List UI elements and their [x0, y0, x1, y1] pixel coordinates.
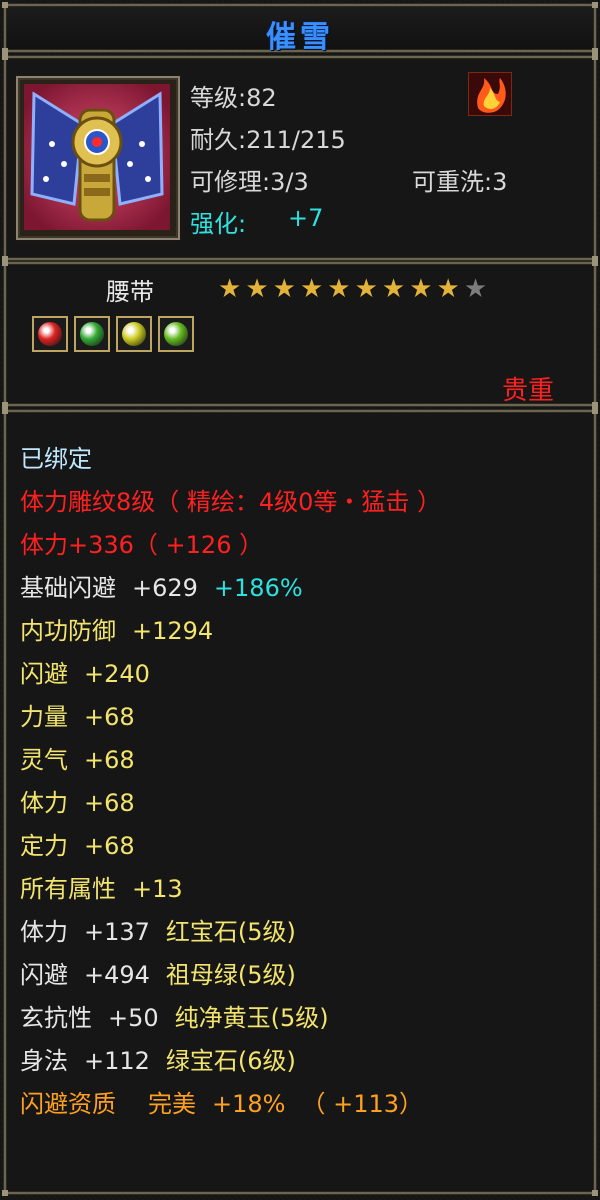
- attr-value: +68: [84, 832, 135, 860]
- item-slot: 腰带: [106, 278, 154, 306]
- all-attributes-line: 所有属性 +13: [20, 868, 441, 911]
- gem-socket[interactable]: [158, 316, 194, 352]
- gem-socket[interactable]: [116, 316, 152, 352]
- attr-value: +1294: [132, 617, 214, 645]
- attr-name: 所有属性: [20, 875, 116, 903]
- attr-name: 身法: [20, 1047, 68, 1075]
- attr-value: +629: [132, 574, 198, 602]
- attr-name: 定力: [20, 832, 68, 860]
- item-rarity: 贵重: [501, 376, 554, 406]
- enhance-label: 强化:: [190, 210, 247, 238]
- vitality-main-line: 体力+336（ +126 ）: [20, 531, 264, 559]
- star-filled-icon: ★: [327, 274, 351, 304]
- item-rewash: 可重洗:3: [412, 168, 508, 196]
- attr-value: +112: [84, 1047, 150, 1075]
- yellow-gem-icon: [122, 322, 146, 346]
- gem-sockets: [32, 316, 194, 352]
- attr-name: 体力: [20, 918, 68, 946]
- star-filled-icon: ★: [272, 274, 296, 304]
- gem-level: (5级): [237, 961, 296, 989]
- focus-line: 定力 +68: [20, 825, 441, 868]
- item-summary: 腰带 ★ ★ ★ ★ ★ ★ ★ ★ ★ ★ 贵重: [2, 260, 598, 408]
- gem-socket[interactable]: [32, 316, 68, 352]
- gem-name: 绿宝石: [165, 1047, 238, 1075]
- attribute-panel: 已绑定 体力雕纹8级（ 精绘：4级0等・猛击 ） 体力+336（ +126 ） …: [2, 408, 598, 1196]
- emerald-gem-icon: [164, 322, 188, 346]
- attr-value: +13: [132, 875, 183, 903]
- gem-attr-line: 闪避 +494 祖母绿(5级): [20, 954, 441, 997]
- gem-attr-line: 玄抗性 +50 纯净黄玉(5级): [20, 997, 441, 1040]
- item-portrait-frame[interactable]: [16, 76, 180, 240]
- bound-status: 已绑定: [20, 445, 92, 473]
- attr-value: +68: [84, 746, 135, 774]
- attr-value: +50: [108, 1004, 159, 1032]
- star-filled-icon: ★: [409, 274, 433, 304]
- vitality-line: 体力 +68: [20, 782, 441, 825]
- star-filled-icon: ★: [299, 274, 324, 304]
- belt-item-icon: [24, 84, 170, 230]
- tooltip-window: 催雪 等级:82 耐久:211/215 可修理:3/3 可重洗:3 强化: +7…: [0, 0, 600, 1200]
- gem-name: 纯净黄玉: [174, 1004, 271, 1032]
- base-dodge-line: 基础闪避 +629 +186%: [20, 567, 441, 610]
- star-rating: ★ ★ ★ ★ ★ ★ ★ ★ ★ ★: [218, 276, 487, 302]
- gem-socket[interactable]: [74, 316, 110, 352]
- dodge-line: 闪避 +240: [20, 653, 441, 696]
- item-name: 催雪: [266, 20, 334, 55]
- inner-defense-line: 内功防御 +1294: [20, 610, 441, 653]
- star-filled-icon: ★: [354, 274, 378, 304]
- star-filled-icon: ★: [245, 274, 269, 304]
- engrave-line: 体力雕纹8级（ 精绘：4级0等・猛击 ）: [20, 488, 442, 516]
- strength-line: 力量 +68: [20, 696, 441, 739]
- green-gem-icon: [80, 322, 104, 346]
- attr-percent: +186%: [213, 574, 303, 602]
- attr-name: 内功防御: [20, 617, 116, 645]
- gem-attr-line: 体力 +137 红宝石(5级): [20, 911, 441, 954]
- attr-name: 体力: [20, 789, 68, 817]
- enhance-value: +7: [288, 204, 324, 232]
- star-filled-icon: ★: [218, 274, 242, 304]
- gem-name: 祖母绿: [165, 961, 238, 989]
- gem-level: (5级): [237, 918, 296, 946]
- gem-level: (6级): [237, 1047, 296, 1075]
- attribute-list: 已绑定 体力雕纹8级（ 精绘：4级0等・猛击 ） 体力+336（ +126 ） …: [20, 438, 441, 1126]
- aptitude-line: 闪避资质 完美 +18% （ +113）: [20, 1083, 441, 1126]
- gem-level: (5级): [270, 1004, 329, 1032]
- aptitude-grade: 完美: [148, 1090, 196, 1118]
- attr-value: +494: [84, 961, 150, 989]
- item-level: 等级:82: [190, 84, 277, 112]
- gem-attr-line: 身法 +112 绿宝石(6级): [20, 1040, 441, 1083]
- flame-emblem-icon: [468, 72, 512, 116]
- attr-name: 闪避: [20, 660, 68, 688]
- attr-name: 玄抗性: [20, 1004, 92, 1032]
- attr-value: +240: [84, 660, 150, 688]
- attr-name: 闪避: [20, 961, 68, 989]
- spirit-line: 灵气 +68: [20, 739, 441, 782]
- star-filled-icon: ★: [436, 274, 460, 304]
- attr-value: +68: [84, 703, 135, 731]
- aptitude-bonus: （ +113）: [301, 1090, 423, 1118]
- item-header: 等级:82 耐久:211/215 可修理:3/3 可重洗:3 强化: +7: [2, 54, 598, 262]
- attr-name: 基础闪避: [20, 574, 116, 602]
- item-durability: 耐久:211/215: [190, 126, 346, 154]
- attr-name: 灵气: [20, 746, 68, 774]
- attr-value: +68: [84, 789, 135, 817]
- gem-name: 红宝石: [165, 918, 238, 946]
- title-bar: 催雪: [2, 2, 598, 55]
- star-empty-icon: ★: [463, 274, 488, 304]
- aptitude-percent: +18%: [212, 1090, 286, 1118]
- attr-value: +137: [84, 918, 150, 946]
- attr-name: 力量: [20, 703, 68, 731]
- item-repairable: 可修理:3/3: [190, 168, 309, 196]
- red-gem-icon: [38, 322, 62, 346]
- star-filled-icon: ★: [381, 274, 406, 304]
- aptitude-name: 闪避资质: [20, 1090, 116, 1118]
